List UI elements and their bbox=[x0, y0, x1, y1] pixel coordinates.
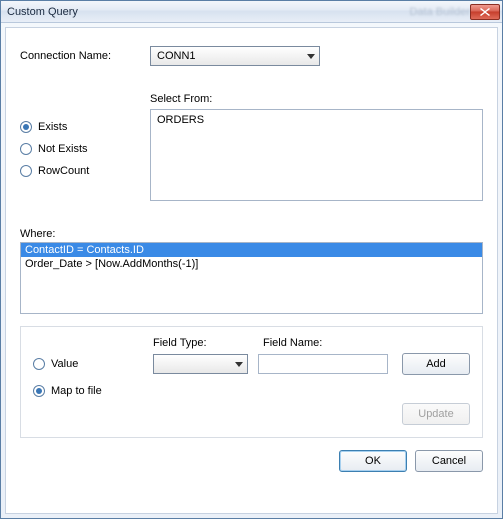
radio-icon bbox=[20, 121, 32, 133]
dialog-window: Custom Query Data Builder Connection Nam… bbox=[0, 0, 503, 519]
radio-label: Not Exists bbox=[38, 143, 88, 155]
dialog-footer: OK Cancel bbox=[20, 450, 483, 472]
cancel-button[interactable]: Cancel bbox=[415, 450, 483, 472]
connection-row: Connection Name: CONN1 bbox=[20, 46, 483, 66]
radio-exists[interactable]: Exists bbox=[20, 121, 150, 133]
button-label: Update bbox=[418, 408, 453, 420]
value-row: Value Add bbox=[33, 353, 470, 375]
close-button[interactable] bbox=[470, 4, 500, 20]
connection-select-value: CONN1 bbox=[157, 50, 196, 62]
field-name-input[interactable] bbox=[258, 354, 388, 374]
background-window-title: Data Builder bbox=[409, 6, 470, 18]
spacer bbox=[33, 337, 153, 349]
chevron-down-icon bbox=[307, 54, 315, 59]
chevron-down-icon bbox=[235, 362, 243, 367]
where-item-text: Order_Date > [Now.AddMonths(-1)] bbox=[25, 258, 198, 270]
button-label: Cancel bbox=[432, 455, 466, 467]
query-mode-section: Exists Not Exists RowCount Select From: … bbox=[20, 93, 483, 201]
where-item-text: ContactID = Contacts.ID bbox=[25, 244, 144, 256]
divider bbox=[20, 215, 483, 216]
select-from-input[interactable]: ORDERS bbox=[150, 109, 483, 201]
connection-label: Connection Name: bbox=[20, 50, 150, 62]
radio-icon bbox=[33, 385, 45, 397]
radio-icon bbox=[20, 165, 32, 177]
select-from-label: Select From: bbox=[150, 93, 483, 105]
where-listbox[interactable]: ContactID = Contacts.ID Order_Date > [No… bbox=[20, 242, 483, 314]
field-mapping-group: Field Type: Field Name: Value Add bbox=[20, 326, 483, 438]
field-name-header: Field Name: bbox=[263, 337, 403, 349]
field-headers: Field Type: Field Name: bbox=[33, 337, 470, 349]
button-label: OK bbox=[365, 455, 381, 467]
field-type-select[interactable] bbox=[153, 354, 248, 374]
button-label: Add bbox=[426, 358, 446, 370]
update-button: Update bbox=[402, 403, 470, 425]
ok-button[interactable]: OK bbox=[339, 450, 407, 472]
maptofile-row: Map to file bbox=[33, 385, 470, 397]
title-bar[interactable]: Custom Query Data Builder bbox=[1, 1, 502, 23]
where-label: Where: bbox=[20, 228, 483, 240]
radio-map-to-file[interactable]: Map to file bbox=[33, 385, 102, 397]
update-row: Update bbox=[33, 403, 470, 425]
window-title: Custom Query bbox=[7, 6, 369, 18]
where-item[interactable]: Order_Date > [Now.AddMonths(-1)] bbox=[21, 257, 482, 271]
radio-rowcount[interactable]: RowCount bbox=[20, 165, 150, 177]
close-icon bbox=[480, 8, 490, 16]
select-from-column: Select From: ORDERS bbox=[150, 93, 483, 201]
where-item[interactable]: ContactID = Contacts.ID bbox=[21, 243, 482, 257]
mode-radio-group: Exists Not Exists RowCount bbox=[20, 93, 150, 201]
select-from-value: ORDERS bbox=[157, 114, 204, 126]
field-type-header: Field Type: bbox=[153, 337, 263, 349]
radio-value[interactable]: Value bbox=[33, 358, 78, 370]
radio-not-exists[interactable]: Not Exists bbox=[20, 143, 150, 155]
radio-label: RowCount bbox=[38, 165, 89, 177]
connection-select[interactable]: CONN1 bbox=[150, 46, 320, 66]
radio-icon bbox=[20, 143, 32, 155]
radio-label: Exists bbox=[38, 121, 67, 133]
radio-label: Value bbox=[51, 358, 78, 370]
client-area: Connection Name: CONN1 Exists Not Exists bbox=[5, 27, 498, 514]
add-button[interactable]: Add bbox=[402, 353, 470, 375]
radio-label: Map to file bbox=[51, 385, 102, 397]
radio-icon bbox=[33, 358, 45, 370]
divider bbox=[20, 82, 483, 83]
